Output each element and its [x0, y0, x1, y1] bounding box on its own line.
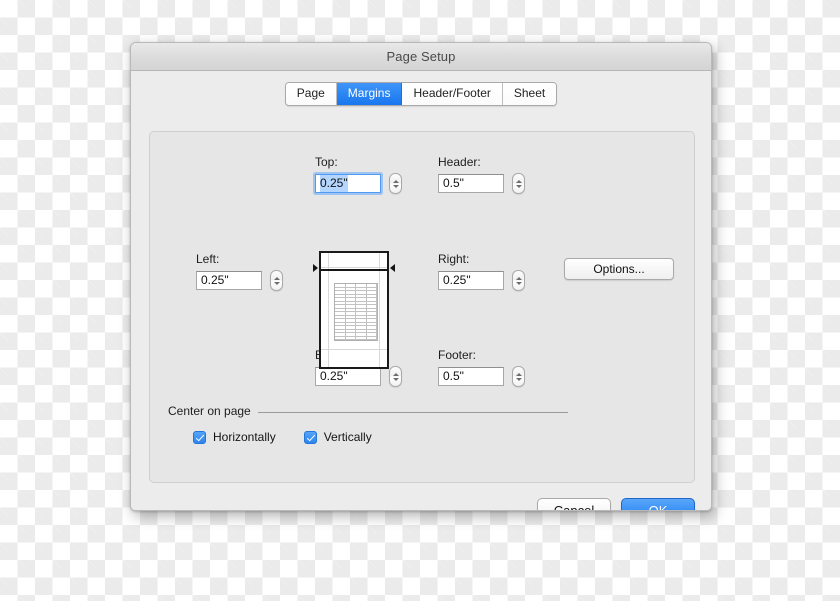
right-input[interactable]: 0.25" — [438, 271, 504, 290]
chevron-up-icon[interactable] — [515, 372, 522, 376]
checkbox-vertically-label: Vertically — [323, 430, 372, 444]
preview-table-cell — [356, 336, 367, 340]
footer-input[interactable]: 0.5" — [438, 367, 504, 386]
footer-input-value: 0.5" — [443, 369, 464, 383]
checkmark-icon[interactable] — [303, 430, 317, 444]
header-input[interactable]: 0.5" — [438, 174, 504, 193]
page-setup-dialog: Page Setup Page Margins Header/Footer Sh… — [130, 42, 712, 511]
tab-header-footer[interactable]: Header/Footer — [402, 83, 503, 105]
header-label: Header: — [438, 155, 481, 169]
margins-panel: Top: 0.25" Header: 0.5" Left: 0.25" Righ… — [149, 131, 695, 483]
tab-bar: Page Margins Header/Footer Sheet — [131, 82, 711, 106]
left-label: Left: — [196, 252, 220, 266]
chevron-up-icon[interactable] — [515, 276, 522, 280]
center-on-page-label: Center on page — [168, 404, 251, 418]
margin-marker-left-icon[interactable] — [313, 264, 318, 272]
chevron-down-icon[interactable] — [392, 184, 399, 188]
left-input-value: 0.25" — [201, 273, 229, 287]
dialog-button-bar: Cancel OK — [537, 498, 695, 510]
chevron-down-icon[interactable] — [515, 184, 522, 188]
preview-guide-bottom — [321, 349, 387, 350]
bottom-input-value: 0.25" — [320, 369, 348, 383]
right-stepper[interactable] — [512, 270, 525, 291]
tab-page[interactable]: Page — [285, 83, 337, 105]
chevron-up-icon[interactable] — [515, 179, 522, 183]
footer-stepper[interactable] — [512, 366, 525, 387]
ok-button[interactable]: OK — [621, 498, 695, 510]
top-input-value: 0.25" — [320, 175, 348, 192]
chevron-down-icon[interactable] — [392, 377, 399, 381]
margin-marker-right-icon[interactable] — [390, 264, 395, 272]
center-on-page-section: Center on page Horizontally Vertically — [168, 404, 568, 444]
field-group-right: Right: 0.25" — [438, 252, 525, 291]
preview-table-cell — [335, 336, 346, 340]
preview-top-margin-line — [321, 269, 387, 271]
chevron-down-icon[interactable] — [515, 281, 522, 285]
top-label: Top: — [315, 155, 338, 169]
tab-margins[interactable]: Margins — [336, 83, 403, 105]
chevron-up-icon[interactable] — [392, 179, 399, 183]
right-label: Right: — [438, 252, 470, 266]
top-input[interactable]: 0.25" — [315, 174, 381, 193]
checkmark-icon[interactable] — [193, 430, 206, 444]
header-stepper[interactable] — [512, 173, 525, 194]
chevron-down-icon[interactable] — [515, 377, 522, 381]
page-title: Page Setup — [386, 49, 456, 64]
preview-table-cell — [345, 336, 356, 340]
top-stepper[interactable] — [389, 173, 402, 194]
field-group-left: Left: 0.25" — [196, 252, 283, 291]
left-input[interactable]: 0.25" — [196, 271, 262, 290]
checkbox-horizontally-label: Horizontally — [213, 430, 276, 444]
field-group-header: Header: 0.5" — [438, 155, 525, 194]
preview-table-cell — [366, 336, 377, 340]
center-on-page-header: Center on page — [168, 404, 568, 418]
checkbox-vertically[interactable]: Vertically — [303, 430, 372, 444]
field-group-top: Top: 0.25" — [315, 155, 402, 194]
preview-guide-top — [321, 267, 387, 268]
checkbox-horizontally[interactable]: Horizontally — [193, 430, 276, 444]
footer-label: Footer: — [438, 348, 477, 362]
chevron-up-icon[interactable] — [273, 276, 280, 280]
left-stepper[interactable] — [270, 270, 283, 291]
cancel-button[interactable]: Cancel — [537, 498, 611, 510]
bottom-stepper[interactable] — [389, 366, 402, 387]
field-group-footer: Footer: 0.5" — [438, 348, 525, 387]
header-input-value: 0.5" — [443, 176, 464, 190]
dialog-titlebar[interactable]: Page Setup — [131, 43, 711, 71]
right-input-value: 0.25" — [443, 273, 471, 287]
preview-table-grid — [334, 283, 378, 341]
chevron-up-icon[interactable] — [392, 372, 399, 376]
page-preview-sheet — [319, 251, 389, 369]
section-divider — [257, 412, 568, 413]
page-preview — [313, 251, 395, 369]
bottom-input[interactable]: 0.25" — [315, 367, 381, 386]
options-button[interactable]: Options... — [564, 258, 674, 280]
chevron-down-icon[interactable] — [273, 281, 280, 285]
tab-sheet[interactable]: Sheet — [502, 83, 557, 105]
